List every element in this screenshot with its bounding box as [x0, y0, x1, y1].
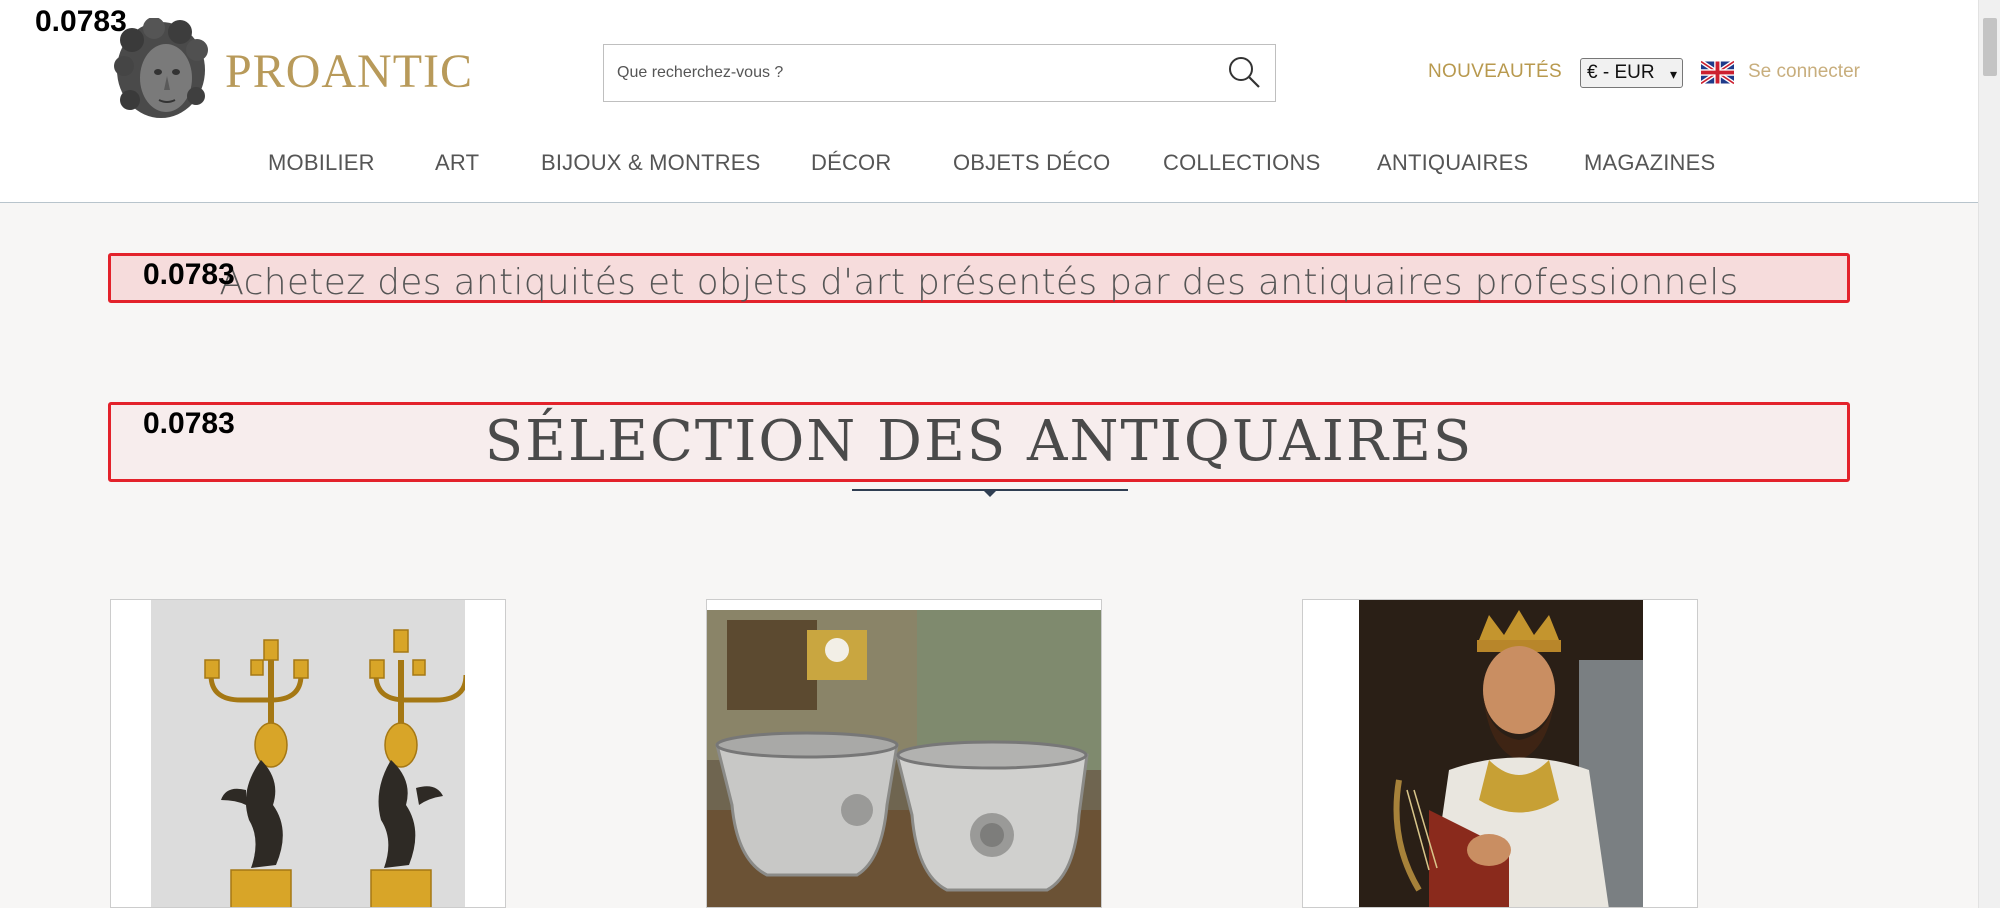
page-scrollbar[interactable]: [1978, 0, 2000, 908]
search-input[interactable]: [604, 45, 1204, 101]
nav-item-art[interactable]: ART: [435, 150, 479, 180]
login-link[interactable]: Se connecter: [1748, 61, 1860, 83]
tagline-banner: Achetez des antiquités et objets d'art p…: [108, 253, 1850, 303]
candelabra-image: [151, 600, 465, 907]
product-card-king-painting[interactable]: [1302, 599, 1698, 908]
chevron-down-icon: ▾: [1669, 66, 1677, 82]
nav-item-magazines[interactable]: MAGAZINES: [1584, 150, 1715, 180]
nouveautes-link[interactable]: NOUVEAUTÉS: [1428, 61, 1562, 83]
uk-flag-icon[interactable]: [1701, 60, 1734, 85]
wine-coolers-image: [707, 610, 1101, 907]
section-title: SÉLECTION DES ANTIQUAIRES: [484, 409, 1474, 474]
section-title-banner: SÉLECTION DES ANTIQUAIRES: [108, 402, 1850, 482]
tagline-text: Achetez des antiquités et objets d'art p…: [219, 262, 1739, 303]
brand-logo-text[interactable]: PROANTIC: [225, 44, 473, 99]
nav-item-decor[interactable]: DÉCOR: [811, 150, 891, 180]
currency-value: € - EUR: [1587, 62, 1655, 83]
scrollbar-thumb[interactable]: [1983, 18, 1997, 76]
score-label-top: 0.0783: [35, 5, 127, 38]
product-card-wine-coolers[interactable]: [706, 599, 1102, 908]
site-header: PROANTIC NOUVEAUTÉS € - EUR ▾ Se connect…: [0, 0, 1978, 203]
score-label-title: 0.0783: [143, 407, 235, 440]
search-icon[interactable]: [1226, 54, 1262, 90]
search-box: [603, 44, 1276, 102]
nav-item-mobilier[interactable]: MOBILIER: [268, 150, 375, 180]
nav-item-antiquaires[interactable]: ANTIQUAIRES: [1377, 150, 1528, 180]
score-label-tagline: 0.0783: [143, 258, 235, 291]
nav-item-bijoux-montres[interactable]: BIJOUX & MONTRES: [541, 150, 761, 180]
currency-select[interactable]: € - EUR ▾: [1580, 58, 1683, 88]
divider-arrow-icon: [982, 489, 998, 497]
king-painting-image: [1359, 600, 1643, 907]
nav-item-objets-deco[interactable]: OBJETS DÉCO: [953, 150, 1110, 180]
product-card-candelabra[interactable]: [110, 599, 506, 908]
nav-item-collections[interactable]: COLLECTIONS: [1163, 150, 1320, 180]
